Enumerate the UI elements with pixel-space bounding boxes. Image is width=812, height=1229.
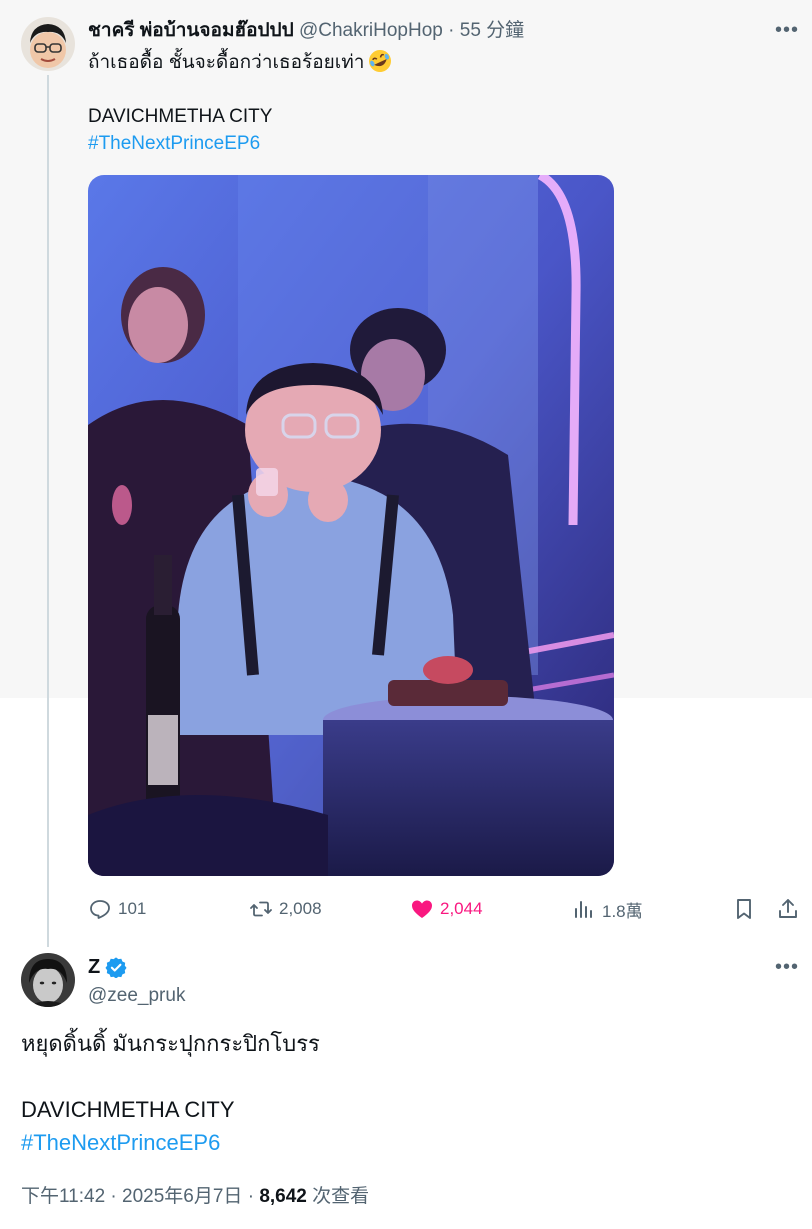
display-name-row: Z xyxy=(88,954,127,980)
reply-count: 101 xyxy=(118,899,147,918)
like-count: 2,044 xyxy=(440,899,483,918)
display-name[interactable]: ชาครี พ่อบ้านจอมฮ๊อปปป xyxy=(88,20,294,41)
views-button[interactable]: 1.8萬 xyxy=(572,894,643,924)
hashtag-link[interactable]: #TheNextPrinceEP6 xyxy=(21,1128,220,1158)
views-label: 次查看 xyxy=(312,1186,370,1207)
like-button[interactable]: 2,044 xyxy=(410,894,483,924)
bookmark-button[interactable] xyxy=(732,894,756,924)
avatar[interactable] xyxy=(21,17,75,71)
user-handle[interactable]: @zee_pruk xyxy=(88,983,185,1009)
thread-connector-line xyxy=(47,75,49,947)
quoted-tweet-header: ชาครี พ่อบ้านจอมฮ๊อปปป @ChakriHopHop · 5… xyxy=(88,18,524,44)
tweet-metadata: 下午11:42 · 2025年6月7日 · 8,642 次查看 xyxy=(21,1184,369,1210)
retweet-icon xyxy=(250,901,272,917)
bookmark-icon xyxy=(737,899,751,919)
verified-icon xyxy=(105,957,127,978)
tweet-time[interactable]: 下午11:42 xyxy=(21,1186,105,1207)
tweet-text: ถ้าเธอดื้อ ชั้นจะดื้อกว่าเธอร้อยเท่า xyxy=(88,52,365,73)
more-icon[interactable]: ••• xyxy=(772,957,802,977)
more-icon[interactable]: ••• xyxy=(772,20,802,40)
user-handle[interactable]: @ChakriHopHop xyxy=(299,20,443,41)
share-button[interactable] xyxy=(776,894,800,924)
reply-button[interactable]: 101 xyxy=(88,894,146,924)
retweet-count: 2,008 xyxy=(279,899,322,918)
reply-icon xyxy=(90,900,110,919)
hashtag-link[interactable]: #TheNextPrinceEP6 xyxy=(88,131,260,157)
tweet-text: หยุดดิ้นดิ้ มันกระปุกกระปิกโบรร xyxy=(21,1031,320,1056)
tweet-action-bar: 101 2,008 2,044 1.8萬 xyxy=(88,894,803,924)
separator: · xyxy=(448,20,455,41)
views-icon xyxy=(575,901,592,918)
share-icon xyxy=(779,899,797,918)
separator: · xyxy=(110,1186,117,1207)
tweet-time[interactable]: 55 分鐘 xyxy=(460,20,524,41)
tweet-text: DAVICHMETHA CITY xyxy=(21,1097,235,1122)
separator: · xyxy=(247,1186,255,1207)
display-name[interactable]: Z xyxy=(88,954,100,980)
avatar[interactable] xyxy=(21,953,75,1007)
tweet-date[interactable]: 2025年6月7日 xyxy=(122,1186,242,1207)
tweet-text: DAVICHMETHA CITY xyxy=(88,106,273,127)
tweet-photo[interactable] xyxy=(88,175,614,876)
views-count: 8,642 xyxy=(259,1186,307,1207)
rolling-on-floor-laughing-emoji xyxy=(368,49,392,73)
like-icon xyxy=(412,900,432,918)
views-count: 1.8萬 xyxy=(602,901,643,921)
tweet-text-line: ถ้าเธอดื้อ ชั้นจะดื้อกว่าเธอร้อยเท่า xyxy=(88,49,392,76)
retweet-button[interactable]: 2,008 xyxy=(249,894,322,924)
